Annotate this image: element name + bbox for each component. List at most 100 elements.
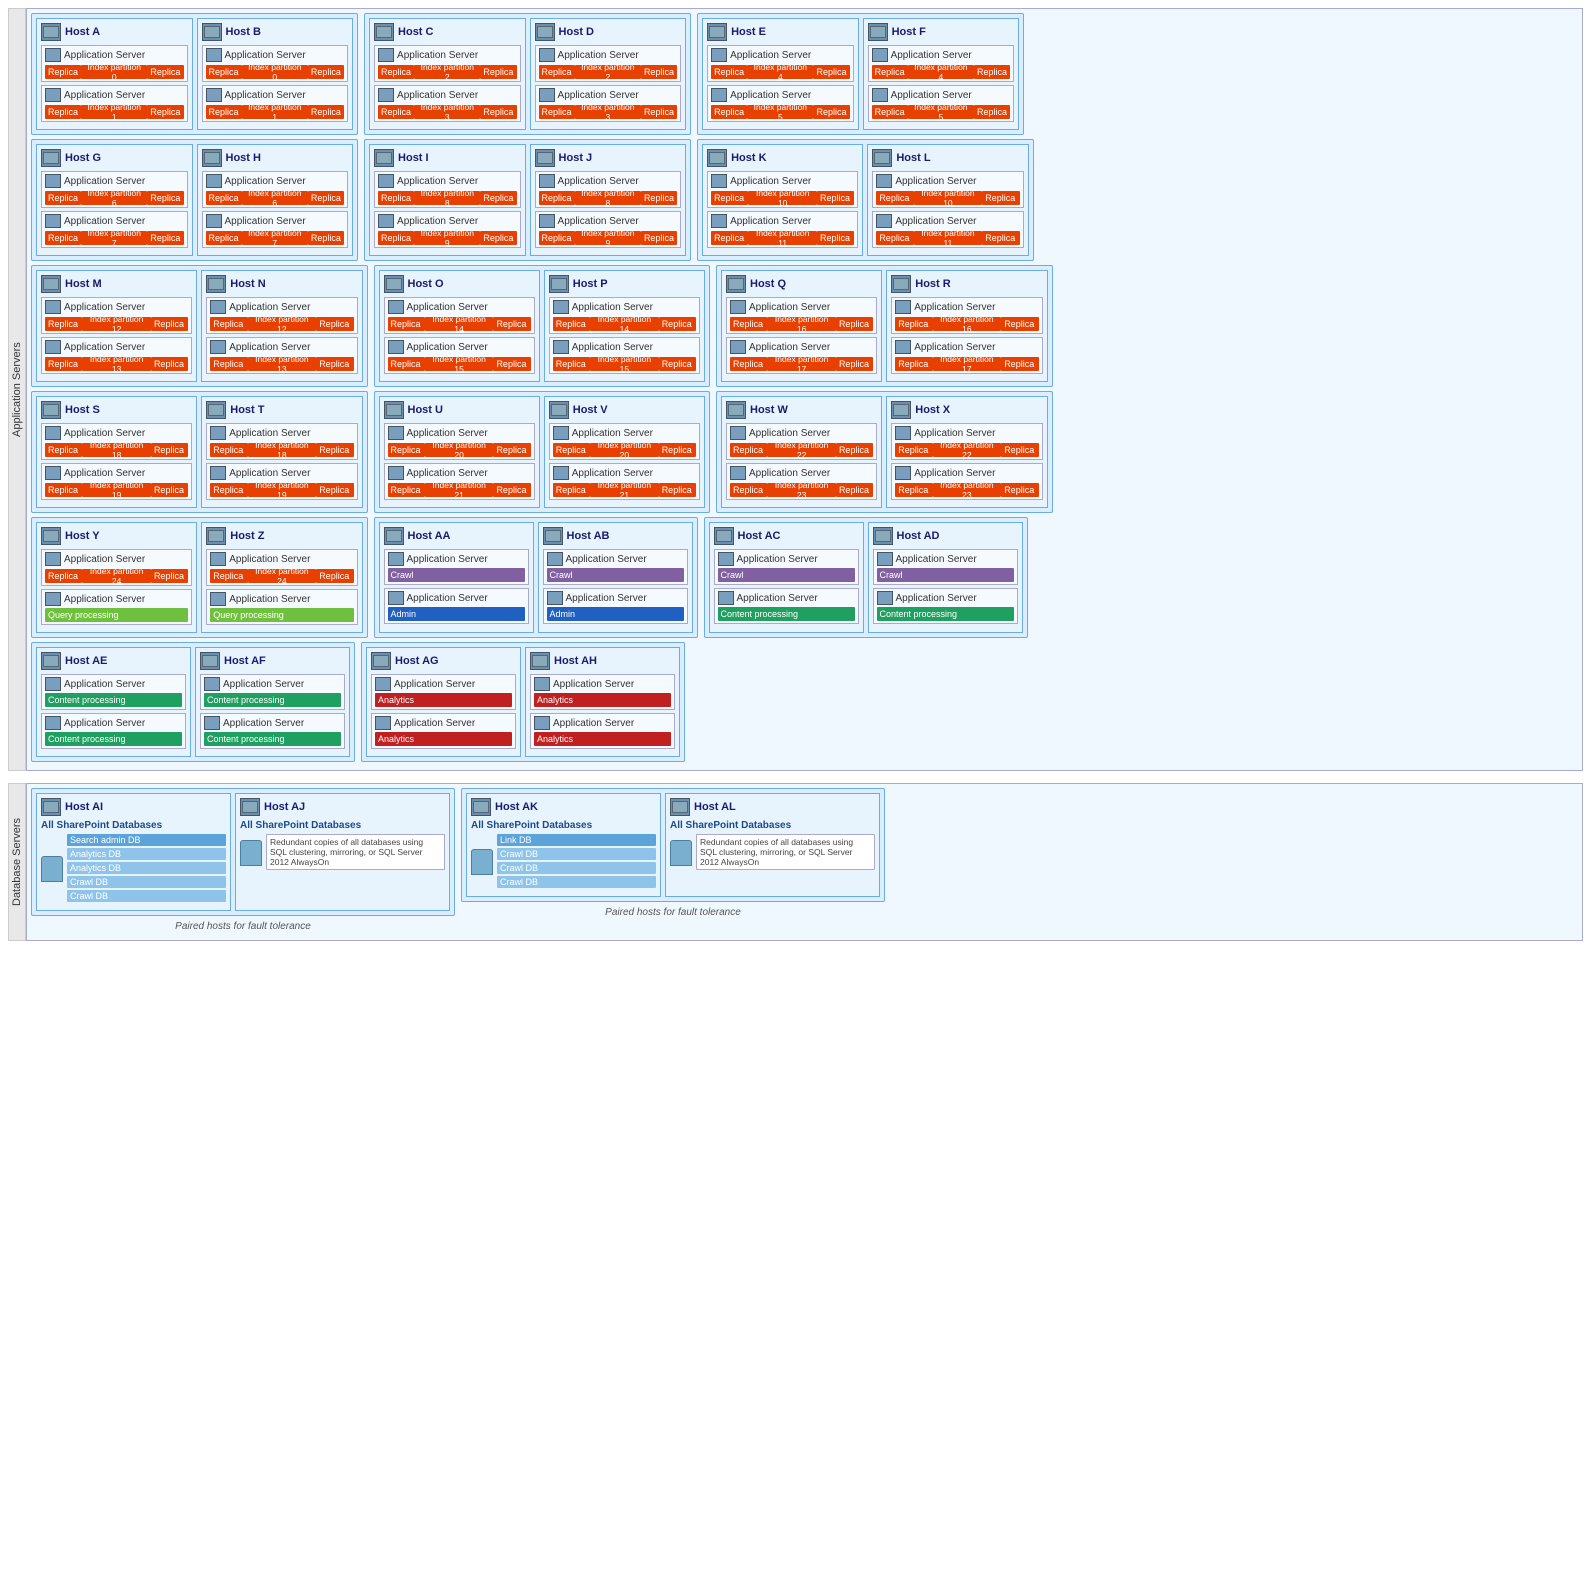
small-server-icon bbox=[388, 466, 404, 480]
host-ai: Host AI All SharePoint Databases Search … bbox=[36, 793, 231, 911]
app-servers-section: Application Servers Host A bbox=[8, 8, 1583, 771]
server-icon bbox=[530, 652, 550, 670]
host-aj: Host AJ All SharePoint Databases Redunda… bbox=[235, 793, 450, 911]
server-icon bbox=[41, 23, 61, 41]
db-item: Analytics DB bbox=[67, 848, 226, 860]
host-ab: Host AB Application Server Crawl Applica… bbox=[538, 522, 693, 633]
small-server-icon bbox=[711, 48, 727, 62]
server-icon bbox=[891, 401, 911, 419]
small-server-icon bbox=[206, 48, 222, 62]
small-server-icon bbox=[895, 340, 911, 354]
host-aa: Host AA Application Server Crawl Applica… bbox=[379, 522, 534, 633]
host-m: Host M Application Server ReplicaIndex p… bbox=[36, 270, 197, 382]
db-cylinder-icon bbox=[240, 840, 262, 866]
page: Application Servers Host A bbox=[0, 0, 1591, 961]
hosts-row-1: Host A Application Server Replica Index … bbox=[31, 13, 1578, 135]
small-server-icon bbox=[388, 300, 404, 314]
server-icon bbox=[206, 527, 226, 545]
db-item: Crawl DB bbox=[497, 876, 656, 888]
host-k: Host K Application Server ReplicaIndex p… bbox=[702, 144, 863, 256]
server-icon bbox=[543, 527, 563, 545]
server-icon bbox=[549, 401, 569, 419]
small-server-icon bbox=[539, 174, 555, 188]
small-server-icon bbox=[877, 552, 893, 566]
server-icon bbox=[868, 23, 888, 41]
host-pair-gh: Host G Application Server ReplicaIndex p… bbox=[31, 139, 358, 261]
small-server-icon bbox=[718, 552, 734, 566]
host-d: Host D Application Server Replica Index … bbox=[530, 18, 687, 130]
db-servers-section: Database Servers Host AI All SharePoint … bbox=[8, 783, 1583, 941]
host-c: Host C Application Server Replica Index … bbox=[369, 18, 526, 130]
small-server-icon bbox=[45, 88, 61, 102]
server-icon bbox=[200, 652, 220, 670]
host-n: Host N Application Server ReplicaIndex p… bbox=[201, 270, 362, 382]
server-icon bbox=[41, 275, 61, 293]
host-ac: Host AC Application Server Crawl Applica… bbox=[709, 522, 864, 633]
host-ah: Host AH Application Server Analytics App… bbox=[525, 647, 680, 757]
small-server-icon bbox=[45, 300, 61, 314]
small-server-icon bbox=[872, 88, 888, 102]
small-server-icon bbox=[206, 88, 222, 102]
small-server-icon bbox=[204, 677, 220, 691]
server-icon bbox=[471, 798, 491, 816]
server-icon bbox=[206, 275, 226, 293]
db-pair-group-1: Host AI All SharePoint Databases Search … bbox=[31, 788, 455, 932]
db-servers-content: Host AI All SharePoint Databases Search … bbox=[26, 783, 1583, 941]
hosts-row-4: Host S Application Server ReplicaIndex p… bbox=[31, 391, 1578, 513]
small-server-icon bbox=[45, 340, 61, 354]
small-server-icon bbox=[375, 677, 391, 691]
host-i: Host I Application Server ReplicaIndex p… bbox=[369, 144, 526, 256]
host-pair-aa-ab: Host AA Application Server Crawl Applica… bbox=[374, 517, 698, 638]
host-ad: Host AD Application Server Crawl Applica… bbox=[868, 522, 1023, 633]
host-pair-ag-ah: Host AG Application Server Analytics App… bbox=[361, 642, 685, 762]
host-z: Host Z Application Server ReplicaIndex p… bbox=[201, 522, 362, 633]
small-server-icon bbox=[45, 466, 61, 480]
host-g: Host G Application Server ReplicaIndex p… bbox=[36, 144, 193, 256]
server-icon bbox=[707, 23, 727, 41]
server-icon bbox=[371, 652, 391, 670]
small-server-icon bbox=[553, 466, 569, 480]
small-server-icon bbox=[539, 48, 555, 62]
db-host-pair-ai-aj: Host AI All SharePoint Databases Search … bbox=[31, 788, 455, 916]
host-pair-cd: Host C Application Server Replica Index … bbox=[364, 13, 691, 135]
small-server-icon bbox=[872, 48, 888, 62]
small-server-icon bbox=[210, 300, 226, 314]
db-item: Analytics DB bbox=[67, 862, 226, 874]
host-p: Host P Application Server ReplicaIndex p… bbox=[544, 270, 705, 382]
host-h: Host H Application Server ReplicaIndex p… bbox=[197, 144, 354, 256]
small-server-icon bbox=[45, 552, 61, 566]
db-pair-group-2: Host AK All SharePoint Databases Link DB… bbox=[461, 788, 885, 932]
server-icon bbox=[384, 527, 404, 545]
host-a: Host A Application Server Replica Index … bbox=[36, 18, 193, 130]
server-icon bbox=[206, 401, 226, 419]
host-a-server2: Application Server Replica Index partiti… bbox=[41, 85, 188, 122]
host-pair-st: Host S Application Server ReplicaIndex p… bbox=[31, 391, 368, 513]
host-l: Host L Application Server ReplicaIndex p… bbox=[867, 144, 1028, 256]
server-icon bbox=[41, 149, 61, 167]
host-pair-uv: Host U Application Server ReplicaIndex p… bbox=[374, 391, 711, 513]
db-item: Crawl DB bbox=[67, 876, 226, 888]
small-server-icon bbox=[210, 552, 226, 566]
db-redundant-text: Redundant copies of all databases using … bbox=[696, 834, 875, 870]
host-w: Host W Application Server ReplicaIndex p… bbox=[721, 396, 882, 508]
small-server-icon bbox=[45, 174, 61, 188]
server-icon bbox=[670, 798, 690, 816]
server-icon bbox=[707, 149, 727, 167]
host-al: Host AL All SharePoint Databases Redunda… bbox=[665, 793, 880, 897]
hosts-row-2: Host G Application Server ReplicaIndex p… bbox=[31, 139, 1578, 261]
db-item: Crawl DB bbox=[67, 890, 226, 902]
host-y: Host Y Application Server ReplicaIndex p… bbox=[36, 522, 197, 633]
host-o: Host O Application Server ReplicaIndex p… bbox=[379, 270, 540, 382]
host-pair-ij: Host I Application Server ReplicaIndex p… bbox=[364, 139, 691, 261]
db-item: Search admin DB bbox=[67, 834, 226, 846]
small-server-icon bbox=[895, 300, 911, 314]
host-a-title: Host A bbox=[65, 26, 100, 38]
small-server-icon bbox=[378, 214, 394, 228]
small-server-icon bbox=[553, 426, 569, 440]
host-e: Host E Application Server Replica Index … bbox=[702, 18, 859, 130]
host-ak: Host AK All SharePoint Databases Link DB… bbox=[466, 793, 661, 897]
hosts-row-5: Host Y Application Server ReplicaIndex p… bbox=[31, 517, 1578, 638]
small-server-icon bbox=[210, 340, 226, 354]
index-bar: Index partition 1 bbox=[81, 105, 147, 119]
small-server-icon bbox=[45, 592, 61, 606]
